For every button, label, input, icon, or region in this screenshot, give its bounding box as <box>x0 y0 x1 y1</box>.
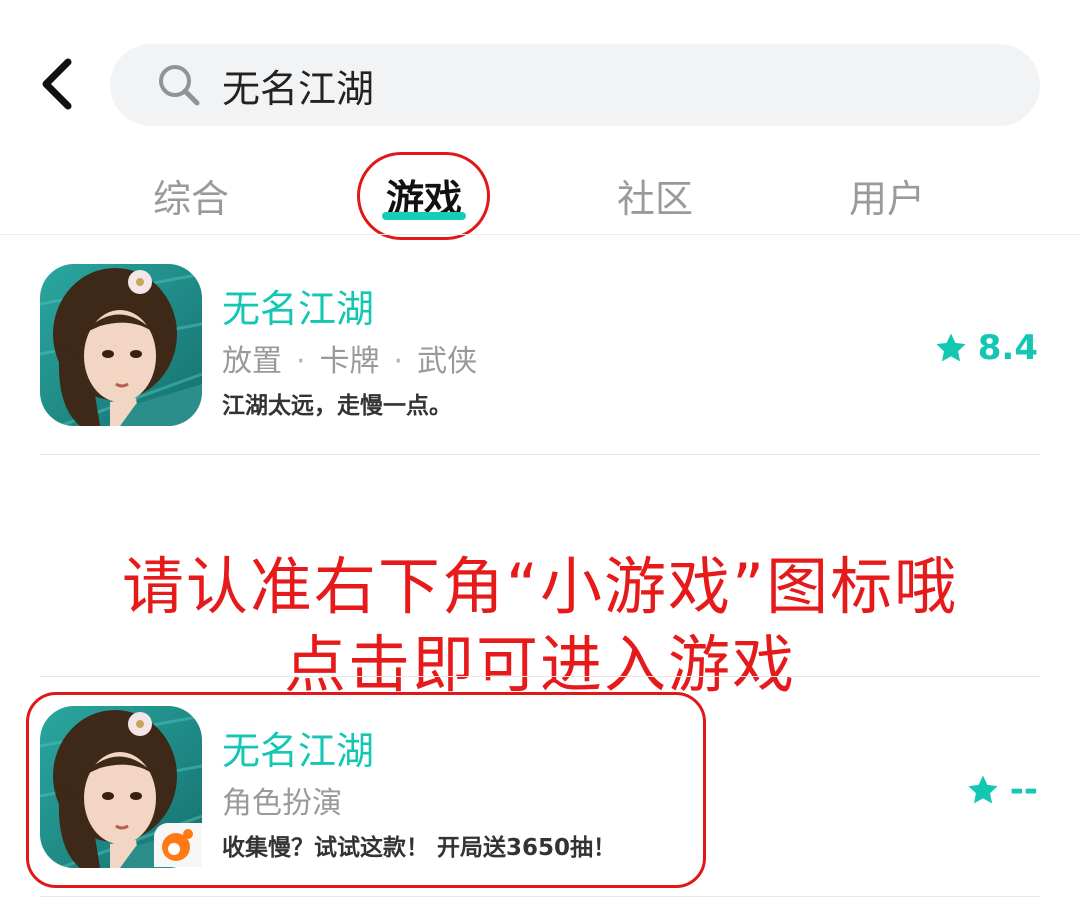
tab-all[interactable]: 综合 <box>153 168 229 223</box>
annotation-outline-mini-game <box>26 692 706 888</box>
divider <box>0 234 1080 235</box>
divider <box>40 676 1040 677</box>
rating-value: 8.4 <box>977 328 1038 368</box>
chevron-left-icon <box>42 58 72 110</box>
search-input[interactable] <box>222 44 1002 126</box>
tab-users[interactable]: 用户 <box>849 168 925 223</box>
game-tag: 武侠 <box>417 344 478 379</box>
search-bar[interactable] <box>110 44 1040 126</box>
star-icon <box>968 775 998 804</box>
game-tag: 卡牌 <box>319 344 380 379</box>
game-rating: 8.4 <box>934 328 1038 368</box>
annotation-circle-games-tab <box>357 152 490 240</box>
divider <box>40 896 1040 897</box>
tab-community[interactable]: 社区 <box>617 168 693 223</box>
game-tag: 放置 <box>222 344 282 379</box>
game-rating: -- <box>966 770 1038 810</box>
game-icon <box>40 264 202 426</box>
back-button[interactable] <box>36 56 84 112</box>
star-icon <box>936 333 966 362</box>
rating-value: -- <box>1009 770 1038 810</box>
notice-line-2: 点击即可进入游戏 <box>283 628 796 701</box>
game-tags: 放置 · 卡牌 · 武侠 <box>222 344 478 379</box>
notice-line-1: 请认准右下角“小游戏”图标哦 <box>121 550 959 623</box>
tab-bar: 综合 游戏 社区 用户 <box>0 150 1080 236</box>
game-description: 江湖太远，走慢一点。 <box>222 393 452 419</box>
divider <box>40 454 1040 455</box>
search-icon <box>159 65 200 106</box>
game-title: 无名江湖 <box>222 287 375 331</box>
